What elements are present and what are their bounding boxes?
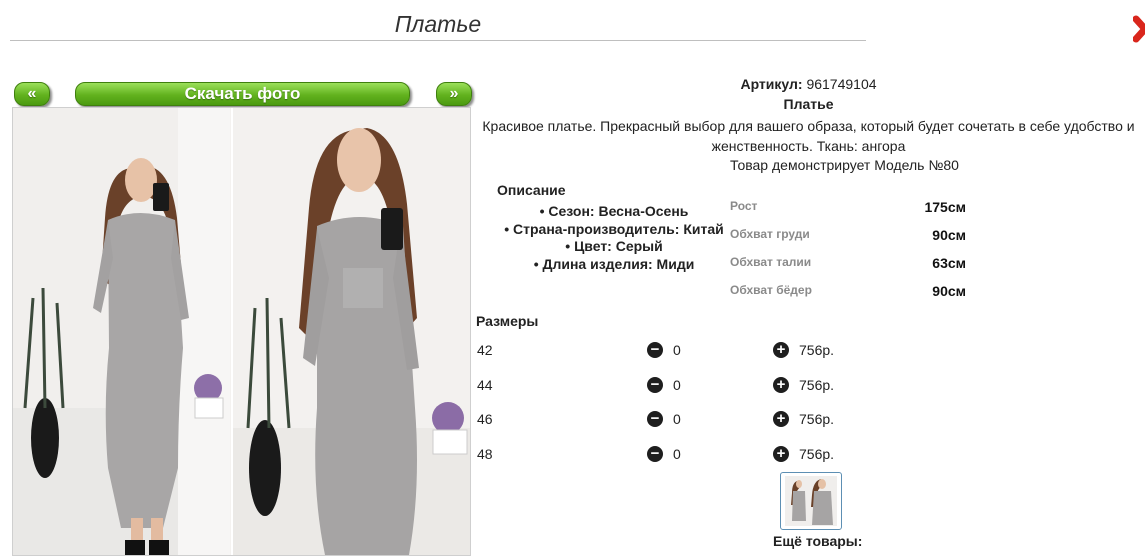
product-description-line-1: Красивое платье. Прекрасный выбор для ва…	[482, 118, 1135, 134]
feature-item: • Цвет: Серый	[565, 238, 663, 254]
prev-photo-button[interactable]: «	[14, 82, 50, 106]
minus-circle-icon[interactable]: −	[647, 342, 663, 358]
product-sku: Артикул: 961749104	[472, 76, 1145, 92]
page-title: Платье	[10, 8, 866, 41]
measurement-row: Обхват груди 90см	[730, 227, 966, 255]
sizes-heading: Размеры	[476, 313, 539, 329]
download-photo-button[interactable]: Скачать фото	[75, 82, 410, 106]
plus-circle-icon[interactable]: +	[773, 446, 789, 462]
description-heading: Описание	[497, 182, 566, 198]
price-value: 756р.	[799, 377, 835, 393]
product-description: Красивое платье. Прекрасный выбор для ва…	[472, 116, 1145, 156]
model-note: Товар демонстрирует Модель №80	[730, 157, 959, 173]
measurement-value: 90см	[932, 227, 966, 243]
plus-circle-icon[interactable]: +	[773, 377, 789, 393]
sku-value: 961749104	[806, 76, 877, 92]
feature-item: • Сезон: Весна-Осень	[539, 203, 689, 219]
feature-list: • Сезон: Весна-Осень • Страна-производит…	[476, 203, 752, 273]
measurement-value: 90см	[932, 283, 966, 299]
minus-circle-icon[interactable]: −	[647, 411, 663, 427]
sku-label: Артикул:	[740, 76, 803, 92]
next-photo-button[interactable]: »	[436, 82, 472, 106]
feature-item: • Длина изделия: Миди	[533, 255, 695, 272]
more-products-heading: Ещё товары:	[773, 533, 863, 549]
quantity-value: 0	[673, 446, 681, 462]
product-photo-gallery	[12, 107, 471, 556]
size-row: 46 − 0 + 756р.	[476, 408, 876, 430]
plus-circle-icon[interactable]: +	[773, 411, 789, 427]
measurement-label: Рост	[730, 199, 758, 213]
measurement-row: Обхват талии 63см	[730, 255, 966, 283]
size-value: 48	[477, 446, 493, 462]
quantity-value: 0	[673, 411, 681, 427]
feature-item: • Страна-производитель: Китай	[504, 220, 724, 237]
product-thumbnail[interactable]	[780, 472, 842, 530]
size-row: 42 − 0 + 756р.	[476, 339, 876, 361]
product-name: Платье	[783, 96, 834, 112]
size-value: 42	[477, 342, 493, 358]
measurement-value: 63см	[932, 255, 966, 271]
size-value: 46	[477, 411, 493, 427]
minus-circle-icon[interactable]: −	[647, 377, 663, 393]
quantity-value: 0	[673, 377, 681, 393]
price-value: 756р.	[799, 446, 835, 462]
measurement-label: Обхват талии	[730, 255, 812, 269]
plus-circle-icon[interactable]: +	[773, 342, 789, 358]
price-value: 756р.	[799, 342, 835, 358]
model-measurements: Рост 175см Обхват груди 90см Обхват тали…	[730, 199, 966, 311]
minus-circle-icon[interactable]: −	[647, 446, 663, 462]
close-icon[interactable]	[1133, 14, 1145, 44]
measurement-label: Обхват бёдер	[730, 283, 812, 297]
measurement-row: Рост 175см	[730, 199, 966, 227]
measurement-value: 175см	[924, 199, 966, 215]
measurement-label: Обхват груди	[730, 227, 810, 241]
quantity-value: 0	[673, 342, 681, 358]
product-photo-closeup	[231, 108, 470, 555]
measurement-row: Обхват бёдер 90см	[730, 283, 966, 311]
size-value: 44	[477, 377, 493, 393]
size-row: 48 − 0 + 756р.	[476, 443, 876, 465]
size-row: 44 − 0 + 756р.	[476, 374, 876, 396]
price-value: 756р.	[799, 411, 835, 427]
product-photo-front	[13, 108, 230, 555]
product-description-line-2: женственность. Ткань: ангора	[711, 138, 906, 154]
